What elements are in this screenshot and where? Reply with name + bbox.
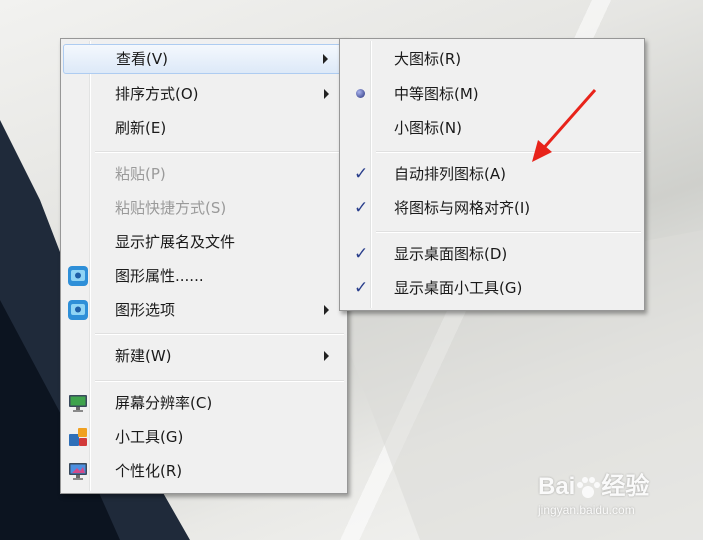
menu-item-view[interactable]: 查看(V) [63,44,345,74]
menu-separator [376,231,641,233]
radio-selected-icon [356,89,365,98]
menu-item-graphics-options[interactable]: 图形选项 [63,295,345,325]
checkmark-icon: ✓ [354,164,369,184]
menu-item-label: 显示桌面图标(D) [394,245,508,263]
submenu-item-show-desktop-icons[interactable]: ✓ 显示桌面图标(D) [342,239,642,269]
menu-item-paste: 粘贴(P) [63,159,345,189]
menu-item-label: 图形选项 [115,301,176,319]
submenu-item-align-to-grid[interactable]: ✓ 将图标与网格对齐(I) [342,193,642,223]
watermark-brand: Bai [538,473,576,500]
menu-separator [95,151,344,153]
menu-item-label: 小图标(N) [394,119,462,137]
menu-separator [95,380,344,382]
submenu-arrow-icon [324,89,329,99]
intel-graphics-icon [68,266,88,286]
menu-item-label: 粘贴快捷方式(S) [115,199,227,217]
checkmark-icon: ✓ [354,278,369,298]
menu-item-personalize[interactable]: 个性化(R) [63,456,345,486]
submenu-item-show-gadgets[interactable]: ✓ 显示桌面小工具(G) [342,273,642,303]
menu-item-graphics-properties[interactable]: 图形属性...... [63,261,345,291]
menu-item-gadgets[interactable]: 小工具(G) [63,422,345,452]
menu-item-label: 查看(V) [116,50,168,68]
menu-item-label: 新建(W) [115,347,172,365]
watermark-url: jingyan.baidu.com [538,503,635,517]
menu-item-refresh[interactable]: 刷新(E) [63,113,345,143]
menu-item-label: 小工具(G) [115,428,184,446]
monitor-icon [69,395,87,412]
gadgets-icon [69,428,87,446]
intel-graphics-icon [68,300,88,320]
submenu-arrow-icon [323,54,328,64]
baidu-watermark: Bai 经验 jingyan.baidu.com [538,466,649,517]
menu-item-new[interactable]: 新建(W) [63,341,345,371]
submenu-arrow-icon [324,305,329,315]
menu-item-sort-by[interactable]: 排序方式(O) [63,79,345,109]
watermark-brand-tail: 经验 [601,473,650,500]
menu-item-label: 屏幕分辨率(C) [115,394,213,412]
menu-item-label: 图形属性...... [115,267,204,285]
personalize-icon [69,463,87,480]
menu-item-label: 显示扩展名及文件 [115,233,236,251]
menu-separator [95,333,344,335]
menu-item-label: 大图标(R) [394,50,462,68]
menu-item-screen-resolution[interactable]: 屏幕分辨率(C) [63,388,345,418]
menu-item-label: 中等图标(M) [394,85,479,103]
red-arrow-annotation [532,89,597,162]
menu-item-label: 自动排列图标(A) [394,165,506,183]
menu-item-show-extensions[interactable]: 显示扩展名及文件 [63,227,345,257]
view-submenu: 大图标(R) 中等图标(M) 小图标(N) ✓ 自动排列图标(A) ✓ 将图标与… [339,38,645,311]
menu-item-label: 排序方式(O) [115,85,199,103]
menu-item-label: 刷新(E) [115,119,167,137]
paw-icon [577,476,601,498]
submenu-item-large-icons[interactable]: 大图标(R) [342,44,642,74]
menu-item-paste-shortcut: 粘贴快捷方式(S) [63,193,345,223]
checkmark-icon: ✓ [354,198,369,218]
menu-item-label: 将图标与网格对齐(I) [394,199,531,217]
desktop-context-menu: 查看(V) 排序方式(O) 刷新(E) 粘贴(P) 粘贴快捷方式(S) 显示扩展… [60,38,348,494]
submenu-arrow-icon [324,351,329,361]
menu-item-label: 粘贴(P) [115,165,166,183]
menu-item-label: 显示桌面小工具(G) [394,279,523,297]
checkmark-icon: ✓ [354,244,369,264]
menu-item-label: 个性化(R) [115,462,183,480]
